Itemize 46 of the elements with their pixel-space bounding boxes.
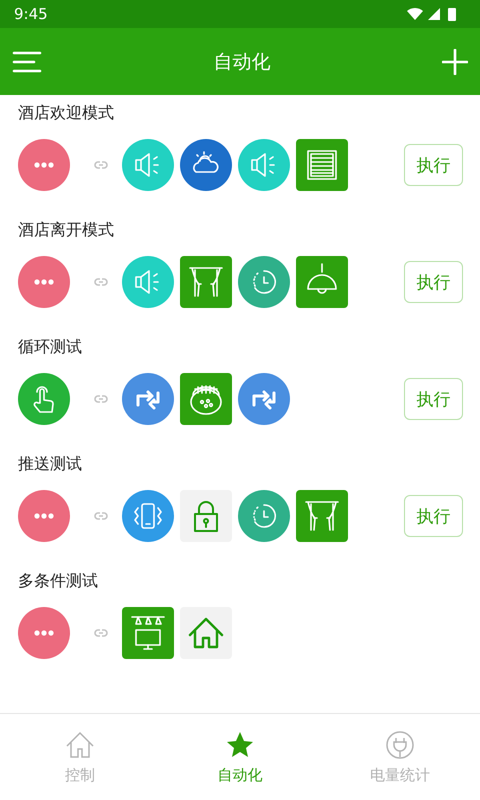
scene-title: 酒店欢迎模式 — [18, 103, 115, 124]
dots-icon[interactable] — [18, 490, 70, 542]
clock-time: 9:45 — [14, 5, 48, 23]
speaker-icon[interactable] — [238, 139, 290, 191]
link-icon — [94, 395, 108, 403]
link-icon — [94, 512, 108, 520]
house-icon — [65, 730, 95, 760]
nav-tab[interactable]: 自动化 — [160, 714, 320, 800]
add-icon[interactable] — [442, 48, 468, 74]
execute-button[interactable]: 执行 — [404, 378, 463, 420]
timer-icon[interactable] — [238, 490, 290, 542]
finger-tap-icon[interactable] — [18, 373, 70, 425]
scene-title: 推送测试 — [18, 454, 83, 475]
tv-light-icon[interactable] — [122, 607, 174, 659]
nav-tab[interactable]: 电量统计 — [320, 714, 480, 800]
lock-icon[interactable] — [180, 490, 232, 542]
link-icon — [94, 161, 108, 169]
blinds-icon[interactable] — [296, 139, 348, 191]
plug-icon — [385, 730, 415, 760]
execute-button[interactable]: 执行 — [404, 144, 463, 186]
page-title: 自动化 — [214, 50, 270, 74]
scene-title: 酒店离开模式 — [18, 220, 115, 241]
dots-icon[interactable] — [18, 256, 70, 308]
speaker-icon[interactable] — [122, 139, 174, 191]
repeat-icon[interactable] — [122, 373, 174, 425]
menu-icon[interactable] — [12, 50, 42, 74]
curtain-icon[interactable] — [296, 490, 348, 542]
scene-title: 多条件测试 — [18, 571, 99, 592]
nav-tab[interactable]: 控制 — [0, 714, 160, 800]
pendant-lamp-icon[interactable] — [296, 256, 348, 308]
execute-button[interactable]: 执行 — [404, 261, 463, 303]
cloud-sun-icon[interactable] — [180, 139, 232, 191]
repeat-icon[interactable] — [238, 373, 290, 425]
house-icon[interactable] — [180, 607, 232, 659]
link-icon — [94, 629, 108, 637]
curtain-icon[interactable] — [180, 256, 232, 308]
phone-vibrate-icon[interactable] — [122, 490, 174, 542]
timer-icon[interactable] — [238, 256, 290, 308]
execute-button[interactable]: 执行 — [404, 495, 463, 537]
dots-icon[interactable] — [18, 139, 70, 191]
scene-title: 循环测试 — [18, 337, 83, 358]
link-icon — [94, 278, 108, 286]
star-icon — [225, 730, 255, 760]
speaker-icon[interactable] — [122, 256, 174, 308]
sensor-icon[interactable] — [180, 373, 232, 425]
dots-icon[interactable] — [18, 607, 70, 659]
